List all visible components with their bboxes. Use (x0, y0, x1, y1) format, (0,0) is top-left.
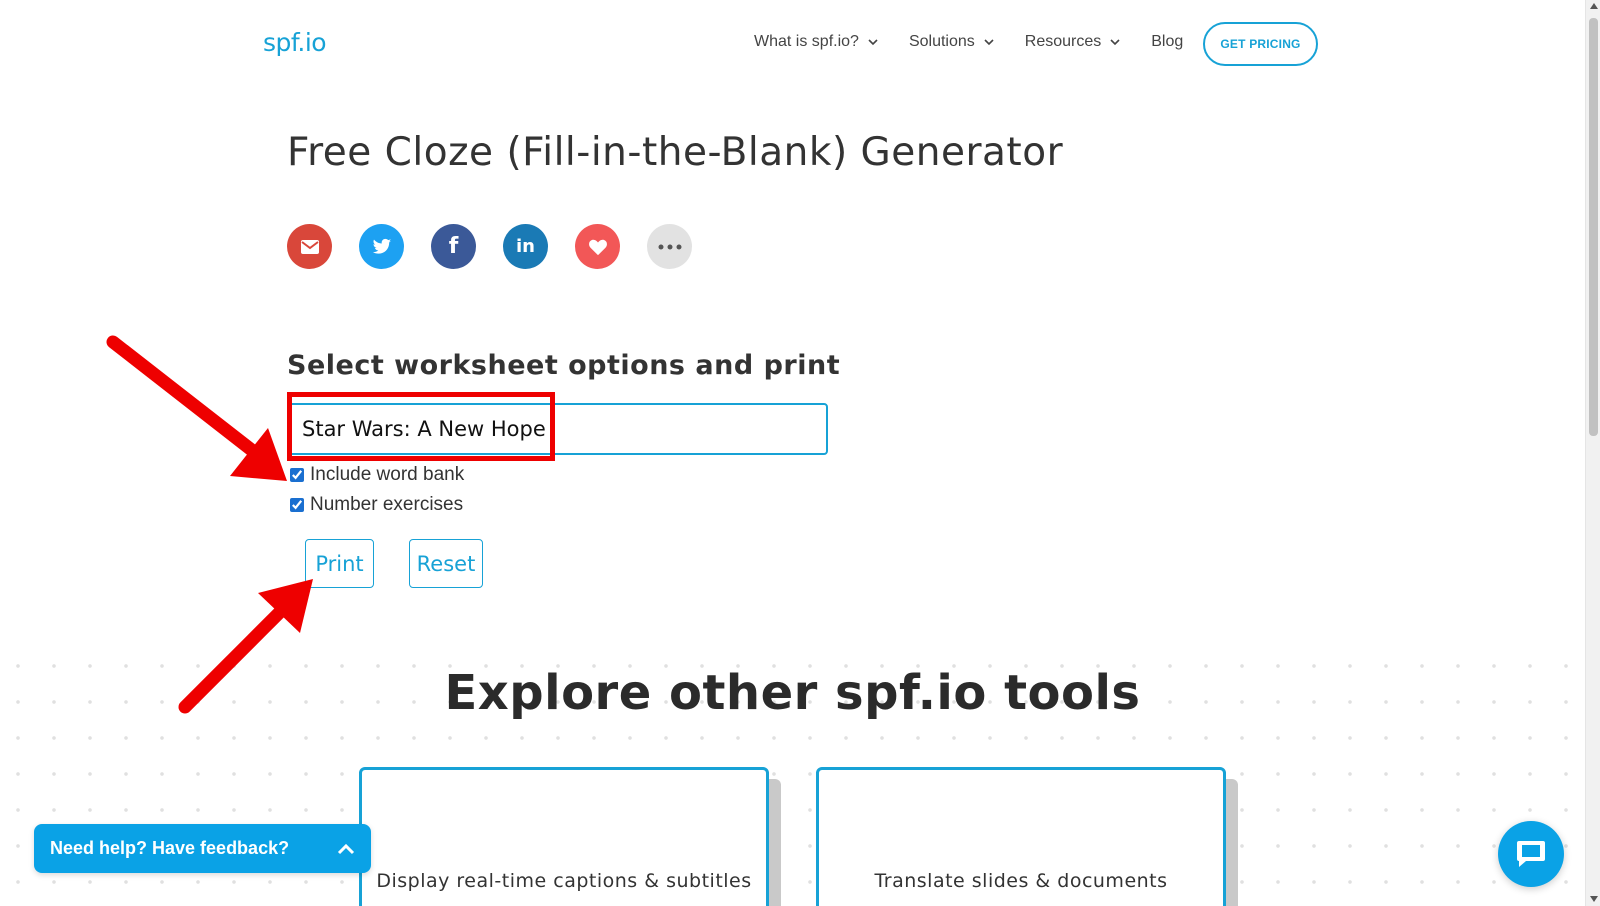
feedback-widget[interactable]: Need help? Have feedback? (34, 824, 371, 873)
tool-card-text: Translate slides & documents (874, 870, 1168, 892)
scrollbar-thumb[interactable] (1589, 18, 1598, 436)
tool-card-translate[interactable]: Translate slides & documents (816, 767, 1226, 906)
linkedin-icon: in (516, 236, 535, 257)
chat-icon (1517, 841, 1545, 867)
page-scrollbar[interactable] (1585, 0, 1600, 906)
email-icon (300, 239, 319, 254)
chevron-down-icon (868, 39, 878, 46)
options-heading: Select worksheet options and print (287, 350, 841, 381)
print-button[interactable]: Print (305, 539, 374, 588)
nav-item-what-is-spf[interactable]: What is spf.io? (754, 33, 879, 51)
twitter-share-button[interactable] (359, 224, 404, 269)
twitter-icon (372, 238, 391, 254)
chevron-up-icon (337, 843, 355, 854)
include-word-bank-checkbox[interactable] (290, 468, 304, 482)
email-share-button[interactable] (287, 224, 332, 269)
get-pricing-button[interactable]: GET PRICING (1203, 22, 1318, 66)
main-nav: What is spf.io? Solutions Resources Blog (754, 33, 1213, 51)
more-icon (658, 244, 681, 249)
facebook-icon: f (448, 234, 459, 259)
include-word-bank-option[interactable]: Include word bank (290, 464, 464, 486)
nav-label: Solutions (908, 33, 975, 50)
heart-icon (588, 239, 607, 255)
tool-card-captions[interactable]: Display real-time captions & subtitles (359, 767, 769, 906)
scroll-down-arrow-icon[interactable] (1590, 896, 1598, 902)
scroll-up-arrow-icon[interactable] (1590, 3, 1598, 9)
nav-label: Blog (1151, 33, 1184, 50)
facebook-share-button[interactable]: f (431, 224, 476, 269)
linkedin-share-button[interactable]: in (503, 224, 548, 269)
include-word-bank-label: Include word bank (310, 464, 465, 485)
chevron-down-icon (1110, 39, 1120, 46)
nav-item-blog[interactable]: Blog (1151, 33, 1183, 51)
worksheet-title-input[interactable] (287, 403, 828, 455)
more-share-button[interactable] (647, 224, 692, 269)
tool-card-text: Display real-time captions & subtitles (376, 870, 752, 892)
arrow-to-checkbox (106, 335, 287, 481)
nav-item-solutions[interactable]: Solutions (909, 33, 995, 51)
favorite-share-button[interactable] (575, 224, 620, 269)
share-icons-row: f in (287, 224, 719, 269)
explore-heading: Explore other spf.io tools (444, 665, 1141, 721)
page-title: Free Cloze (Fill-in-the-Blank) Generator (287, 130, 1064, 175)
number-exercises-option[interactable]: Number exercises (290, 494, 463, 516)
number-exercises-label: Number exercises (310, 494, 464, 515)
chevron-down-icon (984, 39, 994, 46)
spf-logo[interactable]: spf.io (263, 28, 327, 57)
nav-label: What is spf.io? (754, 33, 859, 50)
feedback-label: Need help? Have feedback? (50, 838, 290, 858)
chat-button[interactable] (1498, 821, 1564, 887)
nav-label: Resources (1024, 33, 1102, 50)
number-exercises-checkbox[interactable] (290, 498, 304, 512)
reset-button[interactable]: Reset (409, 539, 483, 588)
nav-item-resources[interactable]: Resources (1025, 33, 1121, 51)
